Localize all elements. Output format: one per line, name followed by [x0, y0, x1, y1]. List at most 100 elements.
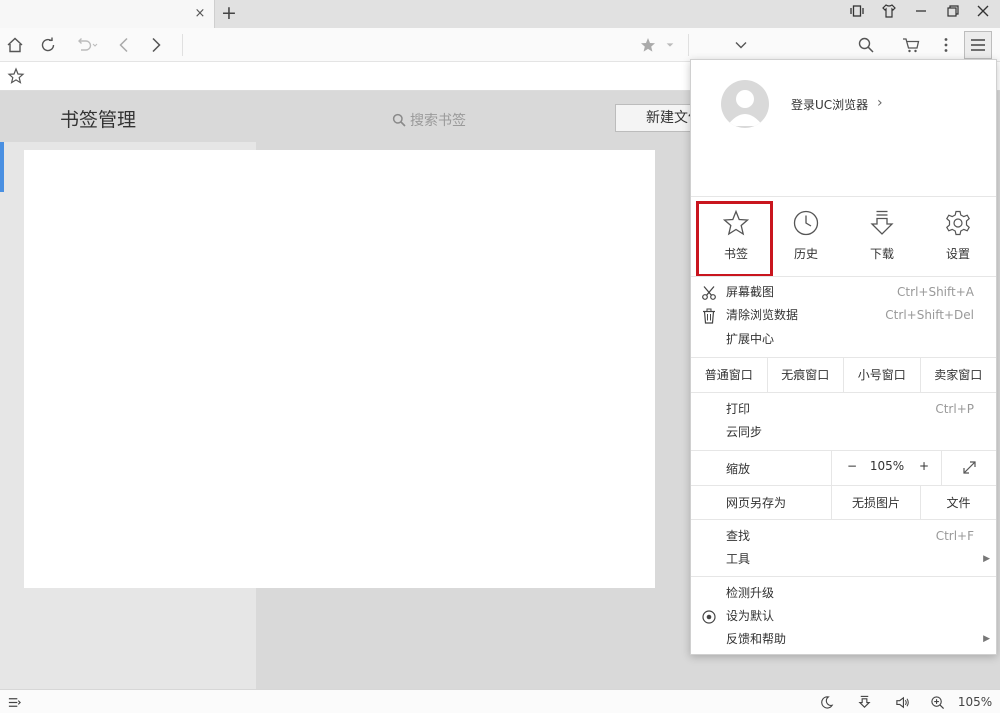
set-default-label: 设为默认: [726, 609, 775, 623]
bookmark-star-icon[interactable]: [636, 33, 660, 57]
bookmark-search-input[interactable]: 搜索书签: [392, 110, 466, 130]
find-label: 查找: [726, 529, 751, 543]
tools-label: 工具: [726, 552, 751, 566]
find-menu-item[interactable]: 查找 Ctrl+F: [691, 525, 996, 548]
divider: [691, 392, 996, 393]
submenu-arrow-icon: ▶: [983, 634, 990, 644]
navigation-toolbar: [0, 28, 1000, 62]
scissors-icon: [702, 286, 716, 300]
zoom-value: 105%: [869, 459, 905, 473]
extensions-menu-item[interactable]: 扩展中心: [691, 328, 996, 351]
forward-icon[interactable]: [144, 33, 168, 57]
divider: [691, 276, 996, 277]
search-icon[interactable]: [854, 33, 878, 57]
save-page-row: 网页另存为 无损图片 文件: [691, 486, 996, 519]
new-tab-button[interactable]: +: [219, 2, 239, 24]
night-mode-moon-icon[interactable]: [816, 692, 836, 712]
zoom-row: 缩放 − 105% +: [691, 451, 996, 485]
submenu-arrow-icon: ▶: [983, 554, 990, 564]
hamburger-icon: [971, 39, 985, 51]
cloud-sync-label: 云同步: [726, 425, 763, 439]
tools-menu-item[interactable]: 工具 ▶: [691, 548, 996, 571]
undo-icon[interactable]: [72, 33, 102, 57]
feedback-menu-item[interactable]: 反馈和帮助 ▶: [691, 628, 996, 651]
gear-icon: [946, 210, 970, 236]
zoom-in-icon[interactable]: [927, 692, 947, 712]
search-icon: [392, 113, 406, 127]
avatar[interactable]: [721, 80, 769, 128]
download-icon: [870, 210, 894, 235]
normal-window-button[interactable]: 普通窗口: [691, 357, 768, 392]
search-placeholder: 搜索书签: [410, 113, 466, 129]
chevron-right-icon: ›: [877, 95, 883, 111]
download-icon[interactable]: [854, 692, 874, 712]
clear-data-shortcut: Ctrl+Shift+Del: [885, 308, 974, 322]
downloads-button[interactable]: 下载: [844, 205, 920, 275]
address-separator: [182, 34, 183, 56]
find-shortcut: Ctrl+F: [935, 529, 974, 543]
status-zoom-level[interactable]: 105%: [954, 692, 996, 712]
alt-account-window-button[interactable]: 小号窗口: [844, 357, 921, 392]
radio-default-icon: [702, 610, 716, 624]
page-title: 书签管理: [60, 109, 137, 131]
cloud-sync-menu-item[interactable]: 云同步: [691, 421, 996, 444]
volume-icon[interactable]: [890, 692, 914, 712]
clock-icon: [793, 210, 819, 236]
restore-icon[interactable]: [942, 4, 964, 24]
settings-button[interactable]: 设置: [920, 205, 996, 275]
main-menu-dropdown: 登录UC浏览器 › 书签 历史 下载 设置 屏幕截图 Ctrl+Shift+A …: [690, 59, 997, 655]
set-default-menu-item[interactable]: 设为默认: [691, 605, 996, 628]
history-label: 历史: [793, 247, 818, 261]
bookmarks-highlight-box: [696, 201, 773, 277]
more-icon[interactable]: [934, 33, 958, 57]
save-as-image-button[interactable]: 无损图片: [832, 494, 920, 511]
incognito-window-button[interactable]: 无痕窗口: [768, 357, 844, 392]
feedback-label: 反馈和帮助: [726, 632, 787, 646]
sidebar-toggle-icon[interactable]: [4, 692, 24, 712]
screenshot-label: 屏幕截图: [726, 285, 775, 299]
print-shortcut: Ctrl+P: [935, 402, 974, 416]
divider: [691, 576, 996, 577]
skin-icon[interactable]: [878, 4, 900, 24]
clear-data-label: 清除浏览数据: [726, 308, 799, 322]
screenshot-shortcut: Ctrl+Shift+A: [897, 285, 974, 299]
print-menu-item[interactable]: 打印 Ctrl+P: [691, 398, 996, 421]
fullscreen-icon[interactable]: [962, 460, 977, 475]
settings-label: 设置: [945, 247, 970, 261]
save-page-label[interactable]: 网页另存为: [726, 494, 786, 511]
search-engine-chevron-icon[interactable]: [729, 33, 753, 57]
address-bar-input[interactable]: [186, 32, 686, 58]
bookmark-list-panel: [24, 150, 655, 588]
close-tab-icon[interactable]: ×: [191, 5, 209, 23]
divider: [691, 519, 996, 520]
check-update-menu-item[interactable]: 检测升级: [691, 582, 996, 605]
extensions-label: 扩展中心: [726, 332, 775, 346]
divider: [691, 196, 996, 197]
zoom-in-button[interactable]: +: [917, 459, 931, 473]
history-button[interactable]: 历史: [768, 205, 844, 275]
zoom-label: 缩放: [726, 462, 751, 476]
close-window-icon[interactable]: [972, 4, 994, 24]
status-bar: 105%: [0, 689, 1000, 713]
print-label: 打印: [726, 402, 751, 416]
cart-icon[interactable]: [899, 33, 923, 57]
save-as-file-button[interactable]: 文件: [921, 494, 996, 511]
star-dropdown-icon[interactable]: [660, 33, 680, 57]
login-link[interactable]: 登录UC浏览器: [791, 96, 868, 113]
back-icon[interactable]: [112, 33, 136, 57]
browser-tab[interactable]: ×: [0, 0, 215, 28]
screenshot-menu-item[interactable]: 屏幕截图 Ctrl+Shift+A: [691, 281, 996, 304]
main-menu-button[interactable]: [964, 31, 992, 59]
add-bookmark-star-icon[interactable]: [4, 64, 28, 88]
zoom-out-button[interactable]: −: [845, 459, 859, 473]
refresh-icon[interactable]: [36, 33, 60, 57]
home-icon[interactable]: [3, 33, 27, 57]
divider: [941, 451, 942, 485]
tab-strip: × +: [0, 0, 1000, 28]
minimize-icon[interactable]: [910, 4, 932, 24]
window-layout-icon[interactable]: [846, 4, 868, 24]
selected-folder-indicator: [0, 142, 4, 192]
clear-data-menu-item[interactable]: 清除浏览数据 Ctrl+Shift+Del: [691, 304, 996, 327]
seller-window-button[interactable]: 卖家窗口: [921, 357, 997, 392]
divider: [831, 451, 832, 485]
